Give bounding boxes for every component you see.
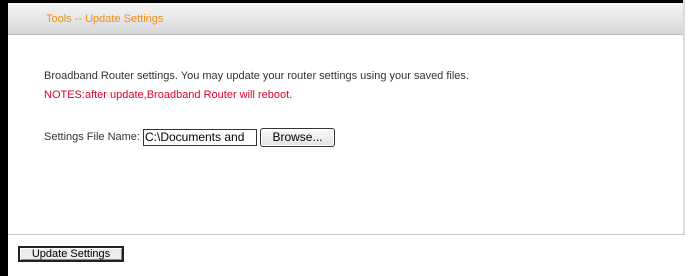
settings-file-row: Settings File Name: Browse... xyxy=(44,127,335,147)
browse-button[interactable]: Browse... xyxy=(259,127,335,147)
settings-file-label: Settings File Name: xyxy=(44,131,140,143)
settings-file-input[interactable] xyxy=(142,128,257,146)
window-frame-left xyxy=(0,0,8,276)
description-text: Broadband Router settings. You may updat… xyxy=(44,70,469,82)
header-bar: Tools -- Update Settings xyxy=(8,3,683,35)
page-title: Tools -- Update Settings xyxy=(46,13,164,25)
footer-divider xyxy=(8,234,685,235)
reboot-note: NOTES:after update,Broadband Router will… xyxy=(44,89,293,101)
update-settings-button[interactable]: Update Settings xyxy=(18,246,124,262)
